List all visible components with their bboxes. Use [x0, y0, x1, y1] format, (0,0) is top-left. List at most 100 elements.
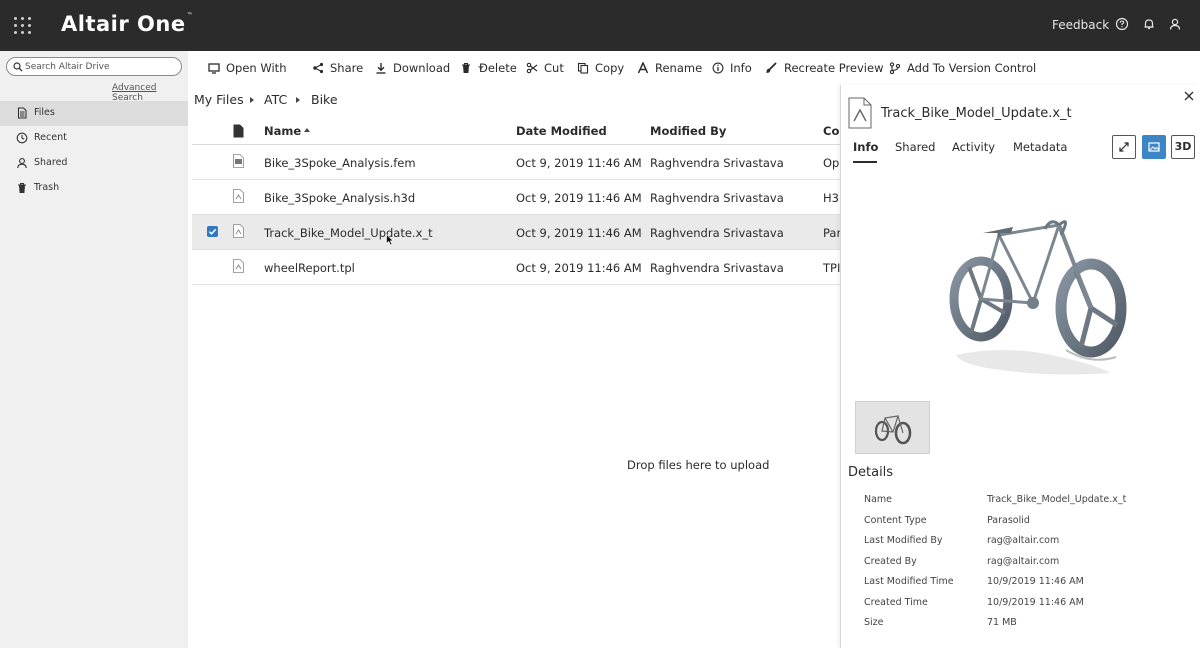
file-content-type: H3I — [823, 191, 840, 205]
tab-activity[interactable]: Activity — [952, 140, 995, 154]
file-name[interactable]: Track_Bike_Model_Update.x_t — [264, 226, 433, 240]
expand-view-button[interactable] — [1112, 135, 1136, 159]
file-type-icon — [233, 124, 244, 138]
column-name[interactable]: Name — [264, 124, 301, 138]
sidebar-item-recent[interactable]: Recent — [0, 126, 188, 151]
user-icon — [16, 157, 28, 169]
user-account-icon[interactable] — [1168, 17, 1182, 31]
sidebar-item-label: Trash — [34, 182, 60, 193]
chevron-right-icon — [250, 97, 254, 103]
help-icon[interactable] — [1115, 17, 1129, 31]
file-name[interactable]: Bike_3Spoke_Analysis.h3d — [264, 191, 415, 205]
breadcrumb-bike: Bike — [311, 92, 338, 107]
trash-icon — [16, 182, 28, 194]
sidebar-item-files[interactable]: Files — [0, 101, 188, 126]
file-modified-by: Raghvendra Srivastava — [650, 156, 784, 170]
details-heading: Details — [848, 465, 894, 480]
tab-metadata[interactable]: Metadata — [1013, 140, 1067, 154]
column-content-type[interactable]: Co — [823, 124, 840, 138]
document-icon — [848, 97, 872, 129]
detail-label: Last Modified Time — [864, 576, 954, 587]
sidebar-item-label: Files — [34, 107, 55, 118]
file-date: Oct 9, 2019 11:46 AM — [516, 191, 642, 205]
preview-thumbnail[interactable] — [855, 401, 930, 454]
file-content-type: Op — [823, 156, 840, 170]
branch-icon — [889, 62, 901, 74]
row-checkbox[interactable] — [207, 226, 218, 237]
column-date-modified[interactable]: Date Modified — [516, 124, 607, 138]
bell-icon[interactable] — [1142, 17, 1156, 31]
table-row[interactable]: wheelReport.tpl Oct 9, 2019 11:46 AM Rag… — [192, 250, 840, 285]
table-row[interactable]: Bike_3Spoke_Analysis.h3d Oct 9, 2019 11:… — [192, 180, 840, 215]
search-field[interactable] — [6, 57, 182, 76]
trash-icon — [462, 62, 470, 73]
share-icon — [313, 62, 324, 74]
panel-file-title: Track_Bike_Model_Update.x_t — [881, 106, 1072, 121]
image-icon — [1148, 142, 1160, 152]
file-date: Oct 9, 2019 11:46 AM — [516, 156, 642, 170]
brush-icon — [766, 62, 777, 73]
detail-label: Last Modified By — [864, 535, 943, 546]
sort-ascending-icon[interactable] — [304, 128, 310, 132]
detail-label: Name — [864, 494, 893, 505]
search-input[interactable] — [25, 59, 175, 74]
file-name[interactable]: Bike_3Spoke_Analysis.fem — [264, 156, 416, 170]
table-header: Name Date Modified Modified By Co — [192, 116, 840, 145]
mouse-cursor-icon — [386, 234, 394, 246]
detail-value: 10/9/2019 11:46 AM — [987, 576, 1084, 587]
sidebar-item-label: Recent — [34, 132, 67, 143]
column-modified-by[interactable]: Modified By — [650, 124, 726, 138]
close-icon[interactable] — [1184, 91, 1194, 101]
document-icon — [233, 259, 244, 273]
download-icon — [376, 63, 386, 74]
text-icon — [637, 62, 649, 74]
sidebar-item-label: Shared — [34, 157, 68, 168]
file-name[interactable]: wheelReport.tpl — [264, 261, 355, 275]
breadcrumb-my-files[interactable]: My Files — [194, 92, 244, 107]
files-icon — [16, 107, 28, 119]
detail-label: Content Type — [864, 515, 927, 526]
tab-shared[interactable]: Shared — [895, 140, 936, 154]
feedback-link[interactable]: Feedback — [1052, 18, 1109, 32]
file-date: Oct 9, 2019 11:46 AM — [516, 226, 642, 240]
info-icon — [712, 62, 724, 74]
detail-value: 71 MB — [987, 617, 1017, 628]
scissors-icon — [526, 62, 538, 74]
tab-info[interactable]: Info — [853, 140, 878, 154]
app-launcher-icon[interactable] — [14, 17, 32, 35]
file-modified-by: Raghvendra Srivastava — [650, 226, 784, 240]
file-modified-by: Raghvendra Srivastava — [650, 261, 784, 275]
file-modified-by: Raghvendra Srivastava — [650, 191, 784, 205]
info-panel: Track_Bike_Model_Update.x_t Info Shared … — [840, 85, 1200, 648]
search-icon — [13, 62, 23, 72]
breadcrumb-atc[interactable]: ATC — [264, 92, 287, 107]
document-icon — [233, 224, 244, 238]
active-tab-indicator — [853, 161, 877, 163]
detail-label: Size — [864, 617, 884, 628]
detail-value: rag@altair.com — [987, 556, 1060, 567]
image-preview-button[interactable] — [1142, 135, 1166, 159]
table-row[interactable]: Bike_3Spoke_Analysis.fem Oct 9, 2019 11:… — [192, 145, 840, 180]
detail-label: Created Time — [864, 597, 928, 608]
advanced-search-link[interactable]: Advanced Search — [112, 83, 188, 103]
clock-icon — [16, 132, 28, 144]
file-content-type: Par — [823, 226, 840, 240]
copy-icon — [577, 62, 589, 74]
bike-model-preview — [949, 220, 1127, 375]
detail-value: Parasolid — [987, 515, 1030, 526]
sidebar-item-trash[interactable]: Trash — [0, 176, 188, 201]
expand-icon — [1119, 142, 1129, 152]
table-row[interactable]: Track_Bike_Model_Update.x_t Oct 9, 2019 … — [192, 215, 840, 250]
view-3d-button[interactable]: 3D — [1171, 135, 1195, 159]
sidebar: Advanced Search Files Recent Shared Tras… — [0, 51, 188, 648]
file-content-type: TPI — [823, 261, 840, 275]
brand-logo[interactable]: Altair One™ — [61, 12, 193, 36]
toolbar: Open With Share Download Delete Cut Copy… — [188, 51, 1200, 85]
mesh-file-icon — [233, 154, 244, 168]
detail-value: rag@altair.com — [987, 535, 1060, 546]
document-icon — [233, 189, 244, 203]
detail-value: 10/9/2019 11:46 AM — [987, 597, 1084, 608]
sidebar-item-shared[interactable]: Shared — [0, 151, 188, 176]
upload-dropzone-text[interactable]: Drop files here to upload — [627, 458, 769, 472]
file-date: Oct 9, 2019 11:46 AM — [516, 261, 642, 275]
